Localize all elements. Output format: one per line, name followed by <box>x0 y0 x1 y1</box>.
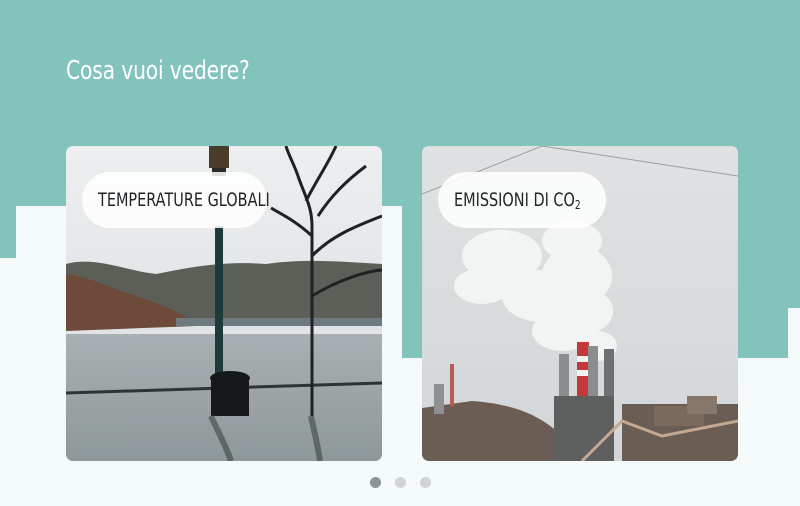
card-temperature-globali[interactable]: TEMPERATURE GLOBALI <box>66 146 382 461</box>
card-title: EMISSIONI DI CO2 <box>454 188 581 212</box>
carousel-dot-3[interactable] <box>420 477 431 488</box>
card-title: TEMPERATURE GLOBALI <box>98 189 270 211</box>
section-heading: Cosa vuoi vedere? <box>66 56 250 86</box>
carousel-dot-1[interactable] <box>370 477 381 488</box>
card-title-pill: EMISSIONI DI CO2 <box>438 172 606 228</box>
subscript-2: 2 <box>574 197 581 212</box>
card-title-pill: TEMPERATURE GLOBALI <box>82 172 270 228</box>
light-panel-left-strip <box>0 258 16 506</box>
carousel-pagination <box>370 477 431 488</box>
light-panel-notch <box>788 308 800 358</box>
light-panel-right <box>738 358 800 506</box>
carousel-dot-2[interactable] <box>395 477 406 488</box>
card-emissioni-co2[interactable]: EMISSIONI DI CO2 <box>422 146 738 461</box>
